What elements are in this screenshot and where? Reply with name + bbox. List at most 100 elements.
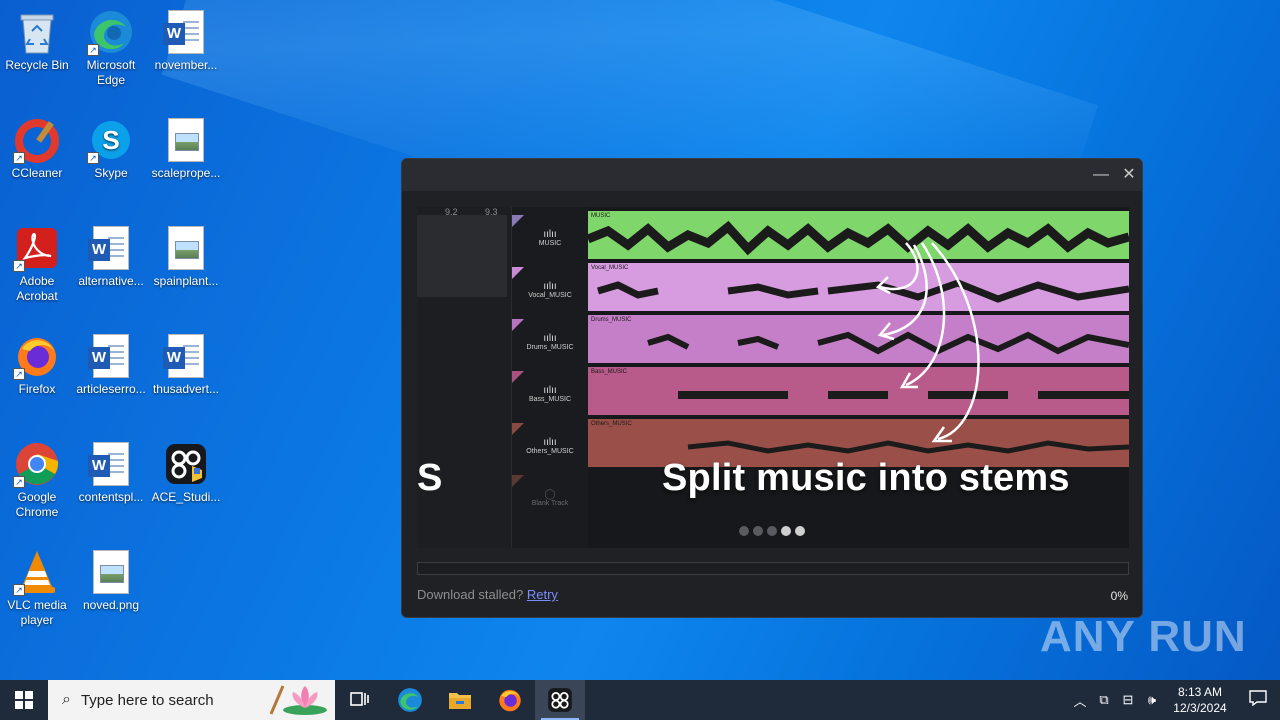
desktop-icon-acrobat[interactable]: ↗ Adobe Acrobat: [0, 224, 74, 304]
image-file-icon: [162, 116, 210, 164]
track-header-label: Vocal_MUSIC: [528, 292, 572, 299]
track-header-label: Others_MUSIC: [526, 448, 574, 455]
notification-center-button[interactable]: [1236, 689, 1280, 711]
desktop-icon-edge[interactable]: ↗ Microsoft Edge: [74, 8, 148, 88]
shortcut-arrow-icon: ↗: [13, 368, 25, 380]
desktop-icon-label: Adobe Acrobat: [16, 274, 58, 303]
ace-studio-icon: [548, 688, 572, 712]
edge-icon: [398, 688, 422, 712]
track-header-label: Drums_MUSIC: [526, 344, 574, 351]
track-header: ıılıı Drums_MUSIC: [512, 319, 588, 371]
file-explorer-icon: [449, 693, 471, 709]
carousel-dot[interactable]: [781, 526, 791, 536]
notification-icon: [1249, 689, 1267, 706]
desktop-icon-label: november...: [154, 58, 218, 72]
track-header: ıılıı Vocal_MUSIC: [512, 267, 588, 319]
clock[interactable]: 8:13 AM 12/3/2024: [1164, 684, 1236, 716]
desktop-icon-label: Skype: [94, 166, 128, 180]
start-button[interactable]: [0, 680, 48, 720]
shortcut-arrow-icon: ↗: [13, 260, 25, 272]
meet-now-icon[interactable]: ⧉: [1092, 692, 1116, 708]
desktop-icon-skype[interactable]: S ↗ Skype: [74, 116, 148, 181]
shortcut-arrow-icon: ↗: [13, 584, 25, 596]
taskbar-ace-studio[interactable]: [535, 680, 585, 720]
acrobat-icon: ↗: [13, 224, 61, 272]
desktop-icon-ccleaner[interactable]: ↗ CCleaner: [0, 116, 74, 181]
word-doc-icon: W: [87, 440, 135, 488]
skype-icon: S ↗: [87, 116, 135, 164]
minimize-button[interactable]: —: [1090, 165, 1112, 185]
desktop-icon-label: alternative...: [78, 274, 144, 288]
volume-icon[interactable]: 🕪: [1140, 692, 1164, 708]
desktop-icon-vlc[interactable]: ↗ VLC media player: [0, 548, 74, 628]
feature-carousel: 9.2 9.3 ıılıı MUSIC ıılıı Vocal_MUSIC ıılı…: [417, 207, 1129, 548]
retry-link[interactable]: Retry: [527, 587, 558, 602]
anyrun-watermark: ANY RUN: [1040, 612, 1247, 661]
desktop-icon-november-doc[interactable]: W november...: [149, 8, 223, 73]
image-file-icon: [87, 548, 135, 596]
add-track-icon: ◯: [544, 489, 556, 500]
track-header: ıılıı Bass_MUSIC: [512, 371, 588, 423]
desktop-icon-thusadvert-doc[interactable]: W thusadvert...: [149, 332, 223, 397]
download-progress-bar: [417, 562, 1129, 575]
desktop-icon-label: CCleaner: [11, 166, 63, 180]
search-placeholder: Type here to search: [80, 691, 214, 709]
edge-icon: ↗: [87, 8, 135, 56]
desktop-icon-ace-studio[interactable]: ACE_Studi...: [149, 440, 223, 505]
ruler-mark: 9.3: [485, 207, 498, 217]
clock-date: 12/3/2024: [1173, 701, 1227, 715]
desktop-icon-label: ACE_Studi...: [151, 490, 221, 504]
desktop-icon-recycle-bin[interactable]: Recycle Bin: [0, 8, 74, 73]
network-icon[interactable]: ⊟: [1116, 692, 1140, 708]
desktop-icon-contentspl-doc[interactable]: W contentspl...: [74, 440, 148, 505]
close-button[interactable]: ✕: [1118, 165, 1140, 185]
waveform-icon: ıılıı: [543, 229, 557, 240]
track-header-label: Blank Track: [531, 500, 569, 507]
window-title-bar[interactable]: — ✕: [402, 159, 1142, 191]
word-doc-icon: W: [162, 332, 210, 380]
carousel-dot[interactable]: [767, 526, 777, 536]
word-doc-icon: W: [87, 224, 135, 272]
taskbar-firefox[interactable]: [485, 680, 535, 720]
desktop-icon-label: articleserro...: [76, 382, 146, 396]
desktop-icon-alternative-doc[interactable]: W alternative...: [74, 224, 148, 289]
ruler-region: [417, 215, 507, 297]
desktop-icon-spainplant[interactable]: spainplant...: [149, 224, 223, 289]
recycle-bin-icon: [13, 8, 61, 56]
taskbar-file-explorer[interactable]: [435, 680, 485, 720]
desktop-icon-label: Microsoft Edge: [86, 58, 136, 87]
desktop-icon-scaleprope[interactable]: scaleprope...: [149, 116, 223, 181]
carousel-dot[interactable]: [753, 526, 763, 536]
track-header-label: Bass_MUSIC: [528, 396, 571, 403]
track-header: ıılıı MUSIC: [512, 215, 588, 267]
ace-studio-icon: [162, 440, 210, 488]
taskbar-edge[interactable]: [385, 680, 435, 720]
ruler-mark: 9.2: [445, 207, 458, 217]
desktop-icon-noved-png[interactable]: noved.png: [74, 548, 148, 613]
image-file-icon: [162, 224, 210, 272]
desktop-icon-label: scaleprope...: [151, 166, 221, 180]
desktop-icon-label: Google Chrome: [15, 490, 59, 519]
desktop-icon-label: Firefox: [18, 382, 56, 396]
chevron-up-icon[interactable]: ︿: [1068, 691, 1092, 710]
desktop-icon-label: noved.png: [82, 598, 140, 612]
carousel-dot[interactable]: [795, 526, 805, 536]
desktop-icon-articleserro-doc[interactable]: W articleserro...: [74, 332, 148, 397]
system-tray: ︿ ⧉ ⊟ 🕪 8:13 AM 12/3/2024: [1068, 680, 1280, 720]
ccleaner-icon: ↗: [13, 116, 61, 164]
desktop-icon-chrome[interactable]: ↗ Google Chrome: [0, 440, 74, 520]
desktop-icon-label: spainplant...: [153, 274, 219, 288]
desktop-icon-label: thusadvert...: [152, 382, 220, 396]
word-doc-icon: W: [87, 332, 135, 380]
carousel-dot[interactable]: [739, 526, 749, 536]
shortcut-arrow-icon: ↗: [13, 476, 25, 488]
track-header: ıılıı Others_MUSIC: [512, 423, 588, 475]
svg-text:S: S: [102, 125, 119, 155]
download-status: Download stalled? Retry: [417, 587, 558, 602]
task-view-button[interactable]: [335, 680, 385, 720]
desktop-icon-firefox[interactable]: ↗ Firefox: [0, 332, 74, 397]
taskbar-search-box[interactable]: ⌕ Type here to search: [48, 680, 335, 720]
desktop-icon-label: contentspl...: [78, 490, 144, 504]
shortcut-arrow-icon: ↗: [13, 152, 25, 164]
progress-percent: 0%: [1110, 589, 1128, 603]
